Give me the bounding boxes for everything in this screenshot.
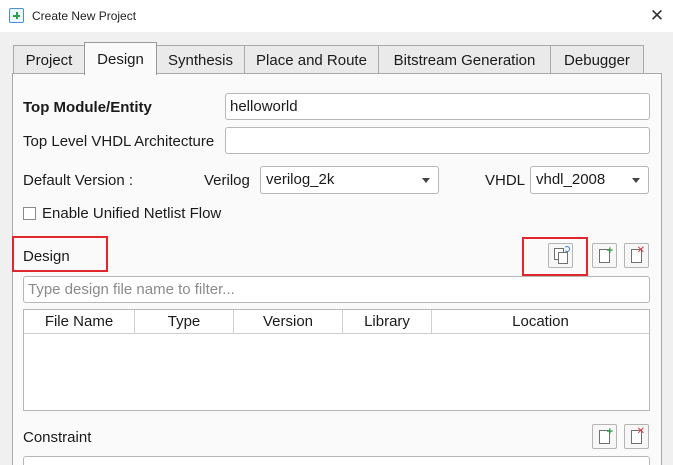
column-header-type[interactable]: Type: [135, 310, 234, 333]
top-module-label: Top Module/Entity: [23, 99, 152, 116]
column-header-location[interactable]: Location: [432, 310, 649, 333]
new-design-file-button[interactable]: +: [592, 243, 617, 268]
close-button[interactable]: ✕: [641, 0, 673, 32]
design-section-label: Design: [23, 248, 70, 265]
tab-project[interactable]: Project: [13, 45, 85, 74]
new-constraint-file-button[interactable]: +: [592, 424, 617, 449]
chevron-down-icon: [422, 178, 430, 183]
window-title: Create New Project: [32, 9, 137, 23]
tab-synthesis[interactable]: Synthesis: [156, 45, 245, 74]
column-header-library[interactable]: Library: [343, 310, 432, 333]
constraint-section-label: Constraint: [23, 429, 92, 446]
tab-bitstream-generation[interactable]: Bitstream Generation: [378, 45, 551, 74]
unified-netlist-checkbox[interactable]: [23, 207, 36, 220]
vhdl-architecture-label: Top Level VHDL Architecture: [23, 133, 215, 150]
vhdl-label: VHDL: [485, 172, 526, 189]
tab-design[interactable]: Design: [84, 42, 157, 75]
design-files-table[interactable]: File Name Type Version Library Location: [23, 309, 650, 411]
unified-netlist-label: Enable Unified Netlist Flow: [42, 205, 222, 222]
column-header-file-name[interactable]: File Name: [24, 310, 135, 333]
verilog-version-select[interactable]: verilog_2k: [260, 166, 439, 194]
tab-place-and-route[interactable]: Place and Route: [244, 45, 379, 74]
remove-constraint-file-button[interactable]: ✕: [624, 424, 649, 449]
design-filter-input[interactable]: [23, 276, 650, 303]
close-icon: ✕: [649, 6, 665, 25]
tab-debugger[interactable]: Debugger: [550, 45, 644, 74]
chevron-down-icon: [632, 178, 640, 183]
vhdl-version-select[interactable]: vhdl_2008: [530, 166, 649, 194]
add-files-button[interactable]: [548, 243, 573, 268]
constraint-filter-input[interactable]: [23, 456, 650, 465]
top-module-input[interactable]: [225, 93, 650, 120]
default-version-label: Default Version :: [23, 172, 134, 189]
table-header: File Name Type Version Library Location: [24, 310, 649, 334]
app-icon: [9, 8, 24, 23]
vhdl-architecture-input[interactable]: [225, 127, 650, 154]
remove-design-file-button[interactable]: ✕: [624, 243, 649, 268]
verilog-label: Verilog: [204, 172, 250, 189]
column-header-version[interactable]: Version: [234, 310, 343, 333]
title-bar: Create New Project ✕: [0, 0, 673, 32]
